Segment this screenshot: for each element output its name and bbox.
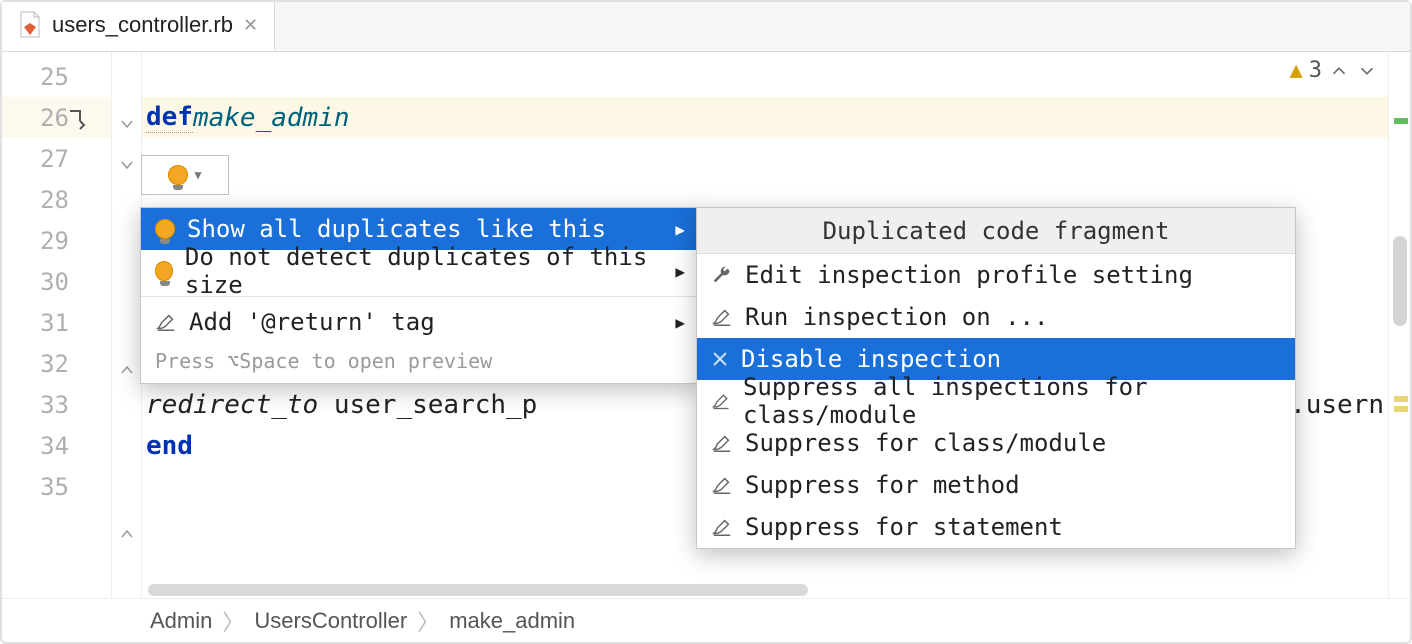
breadcrumb-bar: Admin 〉 UsersController 〉 make_admin <box>2 598 1410 642</box>
fold-end-icon[interactable] <box>120 354 134 368</box>
ruby-file-icon <box>18 11 42 39</box>
menu-item-label: Add '@return' tag <box>189 308 435 336</box>
submenu-arrow-icon: ▶ <box>675 220 685 239</box>
code-line[interactable]: def make_admin <box>142 97 1388 138</box>
error-stripe[interactable] <box>1388 52 1410 598</box>
menu-item-label: Disable inspection <box>741 345 1001 373</box>
intention-item-dont-detect[interactable]: Do not detect duplicates of this size ▶ <box>141 250 699 292</box>
menu-item-label: Run inspection on ... <box>745 303 1048 331</box>
breadcrumb-separator-icon: 〉 <box>222 605 244 637</box>
menu-item-label: Suppress all inspections for class/modul… <box>743 373 1281 429</box>
line-number[interactable]: 32 <box>2 343 111 384</box>
fold-end-icon[interactable] <box>120 518 134 532</box>
menu-item-label: Do not detect duplicates of this size <box>185 243 663 299</box>
line-number[interactable]: 31 <box>2 302 111 343</box>
submenu-arrow-icon: ▶ <box>675 313 685 332</box>
submenu-item-edit-profile[interactable]: Edit inspection profile setting <box>697 254 1295 296</box>
breadcrumb-item[interactable]: Admin <box>150 608 212 634</box>
intention-actions-popup: Show all duplicates like this ▶ Do not d… <box>140 207 700 384</box>
line-number[interactable]: 25 <box>2 56 111 97</box>
lightbulb-icon <box>155 261 173 281</box>
intention-bulb[interactable]: ▼ <box>141 155 229 195</box>
editor-tabbar: users_controller.rb ✕ <box>2 2 1410 52</box>
recursive-call-icon <box>66 107 90 131</box>
fold-toggle-icon[interactable] <box>120 149 134 163</box>
wrench-icon <box>711 264 733 286</box>
submenu-arrow-icon: ▶ <box>675 262 685 281</box>
submenu-item-run-inspection[interactable]: Run inspection on ... <box>697 296 1295 338</box>
line-number[interactable]: 27 <box>2 138 111 179</box>
line-number[interactable]: 28 <box>2 179 111 220</box>
line-number[interactable]: 33 <box>2 384 111 425</box>
breadcrumb-item[interactable]: UsersController <box>254 608 407 634</box>
submenu-title: Duplicated code fragment <box>697 208 1295 254</box>
pencil-icon <box>711 390 731 412</box>
intention-item-add-return-tag[interactable]: Add '@return' tag ▶ <box>141 301 699 343</box>
menu-item-label: Suppress for method <box>745 471 1020 499</box>
menu-item-label: Show all duplicates like this <box>187 215 606 243</box>
lightbulb-icon <box>155 219 175 239</box>
menu-item-label: Suppress for class/module <box>745 429 1106 457</box>
scrollbar-thumb[interactable] <box>148 584 808 596</box>
pencil-icon <box>711 306 733 328</box>
fold-toggle-icon[interactable] <box>120 108 134 122</box>
vertical-scrollbar-thumb[interactable] <box>1393 236 1407 326</box>
fold-gutter <box>112 52 142 598</box>
inspection-submenu: Duplicated code fragment Edit inspection… <box>696 207 1296 549</box>
line-number[interactable]: 29 <box>2 220 111 261</box>
pencil-icon <box>711 474 733 496</box>
breadcrumb-item[interactable]: make_admin <box>449 608 575 634</box>
menu-item-label: Edit inspection profile setting <box>745 261 1193 289</box>
line-number[interactable]: 34 <box>2 425 111 466</box>
line-number-gutter: 25 26 27 28 29 30 31 32 33 34 35 <box>2 52 112 598</box>
pencil-icon <box>155 311 177 333</box>
menu-item-label: Suppress for statement <box>745 513 1063 541</box>
code-editor[interactable]: ▲ 3 25 26 27 28 29 30 31 32 33 34 35 <box>2 52 1410 598</box>
ide-window: users_controller.rb ✕ ▲ 3 25 26 27 28 29… <box>0 0 1412 644</box>
submenu-item-suppress-all[interactable]: Suppress all inspections for class/modul… <box>697 380 1295 422</box>
stripe-marker[interactable] <box>1394 406 1408 412</box>
submenu-item-suppress-class[interactable]: Suppress for class/module <box>697 422 1295 464</box>
submenu-item-suppress-method[interactable]: Suppress for method <box>697 464 1295 506</box>
breadcrumb-separator-icon: 〉 <box>417 605 439 637</box>
stripe-marker[interactable] <box>1394 396 1408 402</box>
line-number[interactable]: 30 <box>2 261 111 302</box>
lightbulb-icon <box>168 165 188 185</box>
pencil-icon <box>711 516 733 538</box>
line-number[interactable]: 35 <box>2 466 111 507</box>
horizontal-scrollbar[interactable] <box>148 584 1382 596</box>
tab-filename: users_controller.rb <box>52 12 233 38</box>
close-icon <box>711 350 729 368</box>
menu-hint: Press ⌥Space to open preview <box>141 343 699 383</box>
file-tab[interactable]: users_controller.rb ✕ <box>2 2 275 51</box>
stripe-marker[interactable] <box>1394 118 1408 124</box>
submenu-item-suppress-statement[interactable]: Suppress for statement <box>697 506 1295 548</box>
chevron-down-icon: ▼ <box>194 168 201 182</box>
tab-close-icon[interactable]: ✕ <box>243 15 258 36</box>
pencil-icon <box>711 432 733 454</box>
line-number[interactable]: 26 <box>2 97 111 138</box>
